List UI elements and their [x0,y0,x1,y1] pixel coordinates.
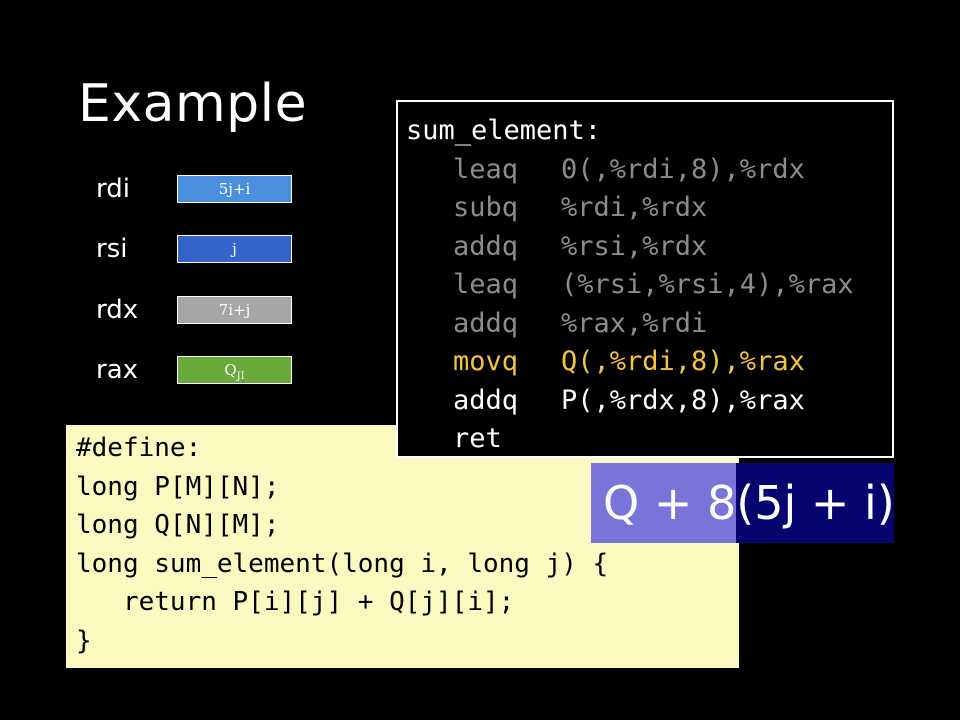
register-name: rdi [96,174,130,204]
formula-part-base: Q + 8 [591,463,737,543]
address-formula: Q + 8 (5j + i) [591,463,894,543]
asm-line: addq %rax,%rdi [406,305,892,344]
register-value-rsi: j [177,235,292,263]
register-name: rsi [96,234,128,264]
register-value-rax-text: QJI [224,361,245,382]
asm-operands: %rsi,%rdx [561,230,708,262]
asm-opcode: movq [453,346,519,377]
asm-operands: %rdi,%rdx [561,192,708,223]
assembly-block: sum_element: leaq 0(,%rdi,8),%rdx subq %rdi… [396,100,894,458]
asm-line: subq %rdi,%rdx [406,189,892,228]
asm-operands: 0(,%rdi,8),%rdx [561,153,805,185]
register-name: rax [96,355,139,385]
register-name: rdx [96,295,139,325]
asm-opcode: leaq [453,269,519,300]
asm-opcode: addq [453,307,519,339]
asm-operands: P(,%rdx,8),%rax [561,384,805,416]
asm-line: addq P(,%rdx,8),%rax [406,382,892,421]
asm-line: leaq 0(,%rdi,8),%rdx [406,151,892,190]
asm-opcode: ret [453,423,502,454]
slide-title: Example [78,74,308,134]
asm-label: sum_element: [406,115,602,146]
asm-line: ret [406,420,892,459]
register-value-rax: QJI [177,356,292,384]
code-line: } [76,625,92,656]
asm-operands: Q(,%rdi,8),%rax [561,346,805,377]
asm-instructions: leaq 0(,%rdi,8),%rdx subq %rdi,%rdx addq %rsi… [406,151,892,459]
asm-opcode: subq [453,192,519,223]
asm-operands: %rax,%rdi [561,307,708,339]
code-line: return P[i][j] + Q[j][i]; [76,587,515,617]
asm-line: addq %rsi,%rdx [406,228,892,267]
asm-operands: (%rsi,%rsi,4),%rax [561,269,854,300]
asm-opcode: leaq [453,153,519,185]
formula-part-offset: (5j + i) [736,463,894,543]
register-value-rdi: 5j+i [177,175,292,203]
asm-opcode: addq [453,384,519,416]
asm-line: movq Q(,%rdi,8),%rax [406,343,892,382]
register-value-rdx: 7i+j [177,296,292,324]
asm-line: leaq (%rsi,%rsi,4),%rax [406,266,892,305]
code-line: long sum_element(long i, long j) { [76,548,609,579]
c-code-block: #define: long P[M][N]; long Q[N][M]; lon… [66,425,739,668]
register-value-subscript: JI [236,371,245,382]
asm-opcode: addq [453,230,519,262]
